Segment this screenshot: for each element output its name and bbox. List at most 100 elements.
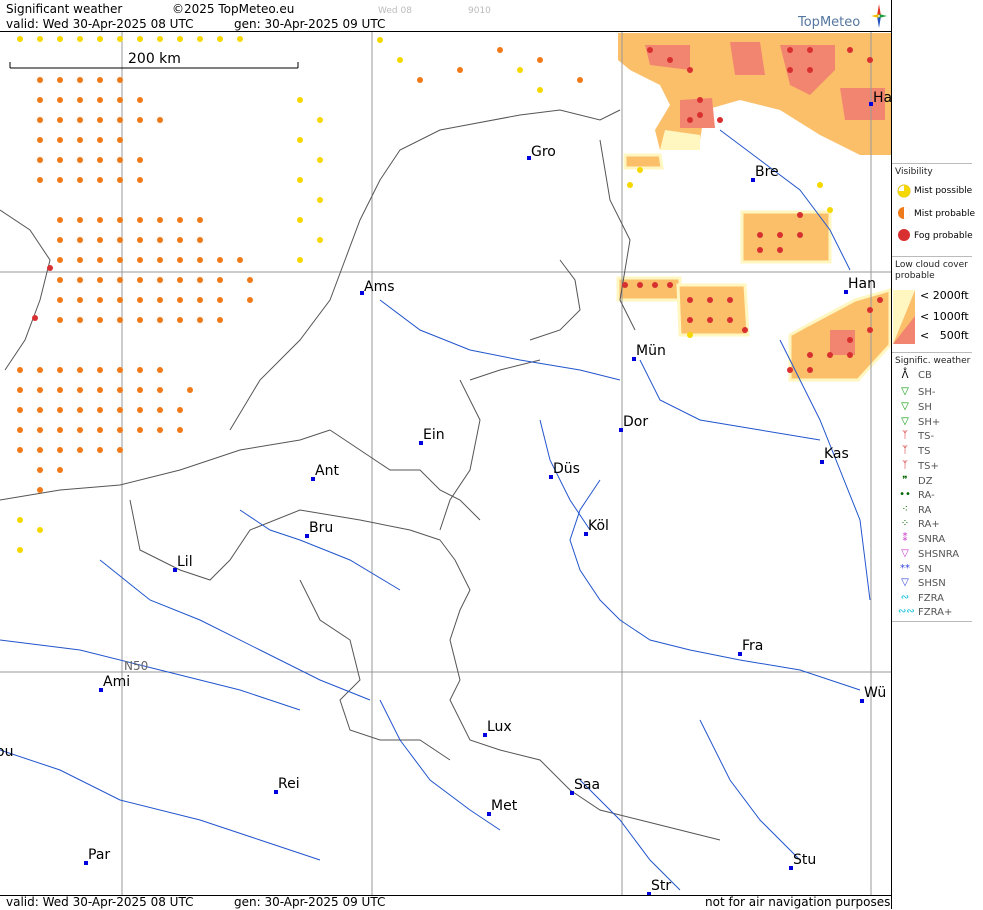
- thunder-heavy-icon: ᛉ: [902, 460, 908, 471]
- legend-cloud-2000: < 2000ft: [920, 289, 969, 302]
- city-kas[interactable]: Kas: [820, 446, 849, 464]
- snow-icon: **: [900, 563, 910, 574]
- city-han[interactable]: Han: [844, 276, 876, 294]
- map-title: Significant weather: [6, 2, 123, 16]
- grid-lines: [0, 32, 891, 895]
- snow-shower-icon: ▽: [901, 577, 909, 588]
- footer-disclaimer: not for air navigation purposes: [705, 895, 891, 909]
- city-ami[interactable]: Ami: [99, 674, 130, 692]
- city-label: Ha: [873, 90, 891, 106]
- legend-mist-probable: Mist probable: [914, 209, 976, 219]
- valid-time: valid: Wed 30-Apr-2025 08 UTC: [6, 17, 194, 31]
- city-label: Han: [848, 276, 876, 292]
- legend-sn: SN: [918, 564, 932, 575]
- legend-mist-possible: Mist possible: [914, 186, 973, 196]
- mist-dots-west: [17, 36, 883, 553]
- legend-cb: CB: [918, 370, 932, 381]
- legend-shsnra: SHSNRA: [918, 549, 960, 560]
- city-wue[interactable]: Wü: [860, 685, 887, 703]
- sigwx-title: Signific. weather: [895, 356, 971, 366]
- city-lil[interactable]: Lil: [173, 554, 193, 572]
- city-label: Lux: [487, 719, 512, 735]
- city-koel[interactable]: Köl: [584, 518, 609, 536]
- city-label: Bru: [309, 520, 334, 536]
- city-stu[interactable]: Stu: [789, 852, 817, 870]
- city-label: Ein: [423, 427, 445, 443]
- legend-fzra-heavy: FZRA+: [918, 607, 953, 618]
- faint-day-label: Wed 08: [378, 6, 412, 16]
- city-gro[interactable]: Gro: [527, 144, 556, 160]
- city-rei[interactable]: Rei: [274, 776, 300, 794]
- city-bru[interactable]: Bru: [305, 520, 334, 538]
- borders: [0, 109, 721, 841]
- city-label: ou: [0, 744, 14, 760]
- copyright: ©2025 TopMeteo.eu: [172, 2, 295, 16]
- compass-icon: [871, 4, 887, 28]
- city-label: Met: [491, 798, 518, 814]
- city-label: Fra: [742, 638, 764, 654]
- city-label: Saa: [574, 777, 601, 793]
- weather-map[interactable]: 200 km N50 Gro Bre Ha Ams Han Mün Dor Ei…: [0, 32, 891, 895]
- snow-rain-shower-icon: ▽: [901, 548, 909, 559]
- city-label: Rei: [278, 776, 300, 792]
- city-label: Kas: [824, 446, 849, 462]
- latitude-label: N50: [124, 659, 149, 673]
- city-label: Stu: [793, 852, 817, 868]
- city-par[interactable]: Par: [84, 847, 111, 865]
- city-label: Bre: [755, 164, 779, 180]
- city-label: Mün: [636, 343, 666, 359]
- city-fra[interactable]: Fra: [738, 638, 764, 656]
- city-muen[interactable]: Mün: [632, 343, 666, 361]
- legend-dz: DZ: [918, 476, 933, 487]
- city-label: Par: [88, 847, 111, 863]
- legend-sh-light: SH-: [918, 387, 936, 398]
- city-label: Wü: [864, 685, 887, 701]
- legend-cloud-1000: < 1000ft: [920, 310, 969, 323]
- shower-light-icon: ▽: [901, 386, 909, 397]
- topmeteo-logo[interactable]: TopMeteo: [798, 2, 888, 32]
- city-label: Dor: [623, 414, 649, 430]
- city-str[interactable]: Str: [647, 878, 671, 895]
- thunder-icon: ᛉ: [902, 445, 908, 456]
- cloud-gradient-icon: [893, 290, 915, 344]
- city-ou[interactable]: ou: [0, 744, 13, 760]
- mist-possible-icon: [897, 184, 911, 198]
- scale-bar-label: 200 km: [128, 51, 181, 67]
- legend-ra-light: RA-: [918, 490, 935, 501]
- legend-fzra: FZRA: [918, 593, 944, 604]
- legend-sh: SH: [918, 402, 932, 413]
- city-ams[interactable]: Ams: [360, 279, 395, 295]
- legend-snra: SNRA: [918, 534, 946, 545]
- fog-probable-icon: [898, 229, 910, 241]
- rain-heavy-icon: ⁘: [900, 518, 910, 529]
- thunder-light-icon: ᛉ: [902, 430, 908, 441]
- low-cloud-areas: [616, 33, 891, 382]
- logo-text: TopMeteo: [798, 15, 861, 30]
- city-label: Ams: [364, 279, 395, 295]
- city-ein[interactable]: Ein: [419, 427, 445, 445]
- snow-rain-icon: ⁑: [902, 533, 908, 544]
- city-ant[interactable]: Ant: [311, 463, 339, 481]
- city-saa[interactable]: Saa: [570, 777, 601, 795]
- city-ha[interactable]: Ha: [869, 90, 891, 106]
- footer-valid: valid: Wed 30-Apr-2025 08 UTC: [6, 895, 194, 909]
- city-lux[interactable]: Lux: [483, 719, 512, 737]
- legend-cloud-500: < 500ft: [920, 329, 969, 342]
- rivers: [0, 129, 871, 891]
- city-bre[interactable]: Bre: [751, 164, 779, 182]
- freezing-rain-heavy-icon: ∾∾: [898, 606, 915, 617]
- shower-icon: ▽: [901, 401, 909, 412]
- city-label: Ant: [315, 463, 339, 479]
- cb-icon: ᐰ: [901, 370, 909, 381]
- city-dues[interactable]: Düs: [549, 461, 580, 479]
- visibility-title: Visibility: [895, 167, 933, 177]
- faint-code-label: 9010: [468, 6, 491, 16]
- footer-generated: gen: 30-Apr-2025 09 UTC: [234, 895, 386, 909]
- rain-icon: ⁖: [902, 504, 908, 515]
- city-met[interactable]: Met: [487, 798, 518, 816]
- city-label: Gro: [531, 144, 556, 160]
- city-dor[interactable]: Dor: [619, 414, 649, 432]
- legend-shsn: SHSN: [918, 578, 946, 589]
- legend-fog-probable: Fog probable: [914, 231, 973, 241]
- shower-heavy-icon: ▽: [901, 416, 909, 427]
